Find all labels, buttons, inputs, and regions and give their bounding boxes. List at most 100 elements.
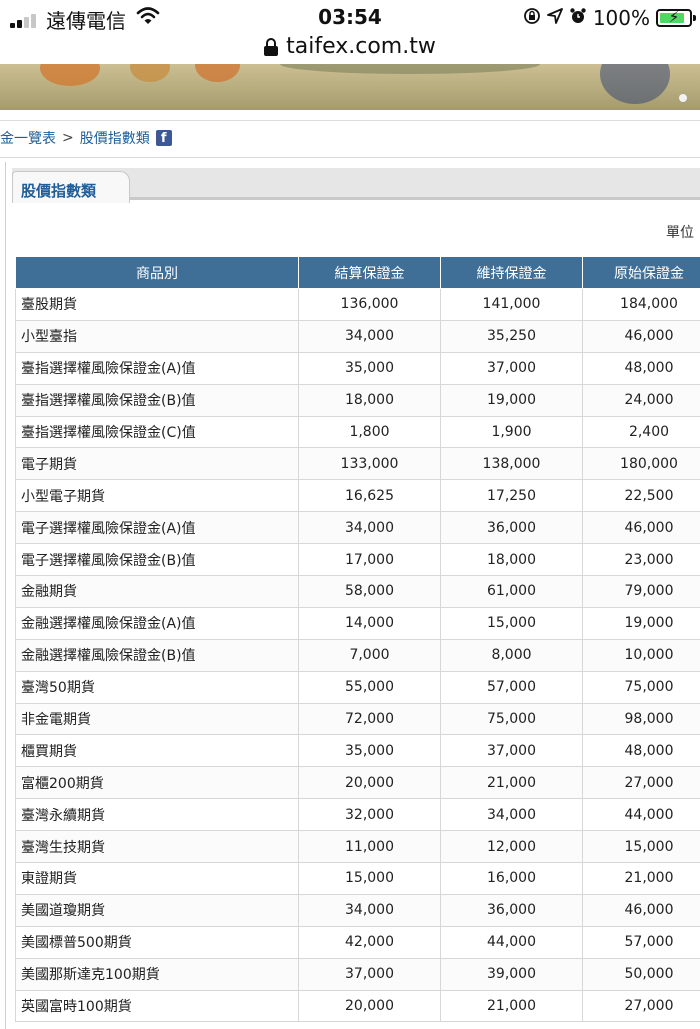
header-maintenance-margin: 維持保證金 xyxy=(440,256,583,289)
cell-settlement-margin: 35,000 xyxy=(298,734,441,768)
cell-settlement-margin: 136,000 xyxy=(298,288,441,321)
status-bar: 遠傳電信 03:54 100% ⚡ xyxy=(0,0,700,36)
cell-settlement-margin: 42,000 xyxy=(298,925,441,959)
cell-maintenance-margin: 37,000 xyxy=(440,734,583,768)
cell-initial-margin: 21,000 xyxy=(582,862,700,895)
cell-product: 臺指選擇權風險保證金(C)值 xyxy=(15,415,299,449)
cell-initial-margin: 98,000 xyxy=(582,702,700,736)
table-row: 美國標普500期貨 42,000 44,000 57,000 xyxy=(15,925,700,959)
cell-product: 電子期貨 xyxy=(15,447,299,481)
cell-settlement-margin: 7,000 xyxy=(298,638,441,672)
cell-product: 美國道瓊期貨 xyxy=(15,893,299,927)
cell-maintenance-margin: 12,000 xyxy=(440,830,583,864)
cell-maintenance-margin: 75,000 xyxy=(440,702,583,736)
table-row: 富櫃200期貨 20,000 21,000 27,000 xyxy=(15,766,700,800)
table-row: 臺股期貨 136,000 141,000 184,000 xyxy=(15,288,700,321)
cell-initial-margin: 19,000 xyxy=(582,606,700,640)
cell-maintenance-margin: 37,000 xyxy=(440,351,583,385)
alarm-icon xyxy=(569,7,587,29)
breadcrumb-separator: > xyxy=(62,130,74,146)
cell-product: 小型臺指 xyxy=(15,319,299,353)
location-arrow-icon xyxy=(546,8,563,28)
content-border xyxy=(0,162,6,1029)
cell-settlement-margin: 1,800 xyxy=(298,415,441,449)
cell-product: 美國那斯達克100期貨 xyxy=(15,957,299,991)
cell-settlement-margin: 14,000 xyxy=(298,606,441,640)
cell-product: 非金電期貨 xyxy=(15,702,299,736)
tab-label: 股價指數類 xyxy=(21,182,97,200)
address-bar[interactable]: taifex.com.tw xyxy=(0,34,700,64)
cell-initial-margin: 24,000 xyxy=(582,383,700,417)
cell-initial-margin: 57,000 xyxy=(582,925,700,959)
cell-settlement-margin: 133,000 xyxy=(298,447,441,481)
table-body: 臺股期貨 136,000 141,000 184,000 小型臺指 34,000 35,25… xyxy=(15,288,700,1023)
cell-maintenance-margin: 36,000 xyxy=(440,511,583,545)
cell-initial-margin: 10,000 xyxy=(582,638,700,672)
battery-percent: 100% xyxy=(592,6,650,30)
cell-maintenance-margin: 141,000 xyxy=(440,288,583,321)
cell-maintenance-margin: 15,000 xyxy=(440,606,583,640)
table-row: 電子選擇權風險保證金(B)值 17,000 18,000 23,000 xyxy=(15,543,700,577)
cell-product: 臺灣永續期貨 xyxy=(15,798,299,832)
cell-initial-margin: 23,000 xyxy=(582,543,700,577)
cell-settlement-margin: 15,000 xyxy=(298,862,441,895)
table-row: 小型臺指 34,000 35,250 46,000 xyxy=(15,319,700,353)
cell-product: 臺灣生技期貨 xyxy=(15,830,299,864)
tab-stock-index[interactable]: 股價指數類 xyxy=(12,171,130,203)
cell-settlement-margin: 37,000 xyxy=(298,957,441,991)
facebook-share-icon[interactable]: f xyxy=(155,130,172,146)
cell-maintenance-margin: 61,000 xyxy=(440,575,583,608)
cell-maintenance-margin: 17,250 xyxy=(440,479,583,513)
cell-settlement-margin: 35,000 xyxy=(298,351,441,385)
cell-maintenance-margin: 44,000 xyxy=(440,925,583,959)
cell-initial-margin: 15,000 xyxy=(582,830,700,864)
cell-initial-margin: 184,000 xyxy=(582,288,700,321)
cell-product: 電子選擇權風險保證金(A)值 xyxy=(15,511,299,545)
site-banner xyxy=(0,64,700,110)
cell-maintenance-margin: 36,000 xyxy=(440,893,583,927)
cell-maintenance-margin: 21,000 xyxy=(440,766,583,800)
cell-product: 英國富時100期貨 xyxy=(15,989,299,1023)
header-settlement-margin: 結算保證金 xyxy=(298,256,441,289)
table-row: 金融選擇權風險保證金(A)值 14,000 15,000 19,000 xyxy=(15,606,700,640)
cell-initial-margin: 46,000 xyxy=(582,319,700,353)
table-row: 電子選擇權風險保證金(A)值 34,000 36,000 46,000 xyxy=(15,511,700,545)
cell-product: 臺指選擇權風險保證金(A)值 xyxy=(15,351,299,385)
table-row: 英國富時100期貨 20,000 21,000 27,000 xyxy=(15,989,700,1023)
breadcrumb-item-margin-list[interactable]: 金一覽表 xyxy=(0,128,56,148)
cell-maintenance-margin: 138,000 xyxy=(440,447,583,481)
cell-product: 金融選擇權風險保證金(B)值 xyxy=(15,638,299,672)
header-product: 商品別 xyxy=(15,256,299,289)
cell-settlement-margin: 34,000 xyxy=(298,511,441,545)
cell-settlement-margin: 18,000 xyxy=(298,383,441,417)
table-row: 臺灣永續期貨 32,000 34,000 44,000 xyxy=(15,798,700,832)
margin-table: 商品別 結算保證金 維持保證金 原始保證金 臺股期貨 136,000 141,000… xyxy=(15,256,700,1023)
cell-maintenance-margin: 35,250 xyxy=(440,319,583,353)
cell-settlement-margin: 72,000 xyxy=(298,702,441,736)
cell-maintenance-margin: 21,000 xyxy=(440,989,583,1023)
cell-initial-margin: 2,400 xyxy=(582,415,700,449)
url-text[interactable]: taifex.com.tw xyxy=(286,34,436,59)
header-initial-margin: 原始保證金 xyxy=(582,256,700,289)
cell-product: 臺股期貨 xyxy=(15,288,299,321)
cell-initial-margin: 79,000 xyxy=(582,575,700,608)
cell-initial-margin: 50,000 xyxy=(582,957,700,991)
cell-initial-margin: 27,000 xyxy=(582,989,700,1023)
cell-initial-margin: 75,000 xyxy=(582,670,700,704)
table-row: 非金電期貨 72,000 75,000 98,000 xyxy=(15,702,700,736)
cell-settlement-margin: 20,000 xyxy=(298,766,441,800)
cell-settlement-margin: 58,000 xyxy=(298,575,441,608)
cell-product: 美國標普500期貨 xyxy=(15,925,299,959)
rotation-lock-icon xyxy=(523,7,541,29)
cell-maintenance-margin: 19,000 xyxy=(440,383,583,417)
table-row: 美國道瓊期貨 34,000 36,000 46,000 xyxy=(15,893,700,927)
breadcrumb-item-stock-index[interactable]: 股價指數類 xyxy=(80,128,150,148)
cell-initial-margin: 48,000 xyxy=(582,734,700,768)
table-row: 臺灣生技期貨 11,000 12,000 15,000 xyxy=(15,830,700,864)
breadcrumb: 金一覽表 > 股價指數類 f xyxy=(0,127,172,149)
cell-product: 電子選擇權風險保證金(B)值 xyxy=(15,543,299,577)
cell-settlement-margin: 16,625 xyxy=(298,479,441,513)
table-header-row: 商品別 結算保證金 維持保證金 原始保證金 xyxy=(15,256,700,289)
cell-initial-margin: 46,000 xyxy=(582,893,700,927)
cell-product: 臺灣50期貨 xyxy=(15,670,299,704)
